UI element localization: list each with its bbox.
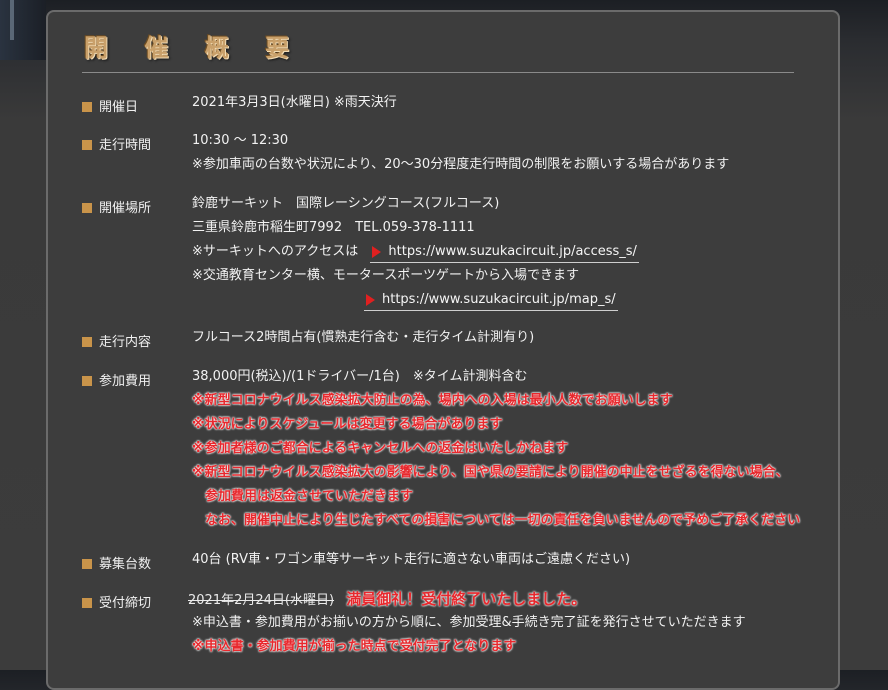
fee-note: なお、開催中止により生じたすべての損害については一切の責任を負いませんので予めご… [192,513,801,528]
row-label: 走行内容 [99,335,152,350]
bullet-icon [82,102,92,112]
background-decoration [0,0,46,60]
map-link[interactable]: https://www.suzukacircuit.jp/map_s/ [364,289,618,311]
row-label: 走行時間 [99,138,152,153]
closed-message: 満員御礼！受付終了いたしました。 [346,590,587,608]
bullet-icon [82,559,92,569]
row-label: 参加費用 [99,374,152,389]
deadline-note-red: ※申込書・参加費用が揃った時点で受付完了となります [192,639,517,654]
fee-note: ※新型コロナウイルス感染拡大の影響により、国や県の要請により開催の中止をせざるを… [192,465,789,480]
arrow-right-icon [372,246,382,258]
bullet-icon [82,203,92,213]
capacity-value: 40台 (RV車・ワゴン車等サーキット走行に適さない車両はご遠慮ください) [192,552,631,567]
gate-note: ※交通教育センター横、モータースポーツゲートから入場できます [192,268,579,283]
venue-name: 鈴鹿サーキット 国際レーシングコース(フルコース) [192,196,500,211]
fee-note: ※状況によりスケジュールは変更する場合があります [192,417,503,432]
row-label: 受付締切 [99,596,152,611]
fee-note: ※参加者様のご都合によるキャンセルへの返金はいたしかねます [192,441,569,456]
content-value: フルコース2時間占有(慣熟走行含む・走行タイム計測有り) [192,330,535,345]
old-deadline: 2021年2月24日(水曜日) [188,593,335,608]
row-label: 開催場所 [99,201,152,216]
fee-note: 参加費用は返金させていただきます [192,489,414,504]
venue-address: 三重県鈴鹿市稲生町7992 TEL.059-378-1111 [192,220,475,235]
time-note: ※参加車両の台数や状況により、20～30分程度走行時間の制限をお願いする場合があ… [192,157,730,172]
date-value: 2021年3月3日(水曜日) ※雨天決行 [192,95,397,110]
bullet-icon [82,598,92,608]
row-label: 募集台数 [99,557,152,572]
section-title: 開 催 概 要 [84,34,304,62]
row-label: 開催日 [99,100,139,115]
bullet-icon [82,376,92,386]
access-note: ※サーキットへのアクセスは [192,244,359,259]
title-divider [82,72,794,73]
bullet-icon [82,140,92,150]
bullet-icon [82,337,92,347]
deadline-note: ※申込書・参加費用がお揃いの方から順に、参加受理&手続き完了証を発行させていただ… [192,615,746,630]
access-link[interactable]: https://www.suzukacircuit.jp/access_s/ [370,241,639,263]
time-value: 10:30 ～ 12:30 [192,133,289,148]
fee-note: ※新型コロナウイルス感染拡大防止の為、場内への入場は最小人数でお願いします [192,393,673,408]
fee-value: 38,000円(税込)/(1ドライバー/1台) ※タイム計測料含む [192,369,528,384]
arrow-right-icon [366,294,375,306]
